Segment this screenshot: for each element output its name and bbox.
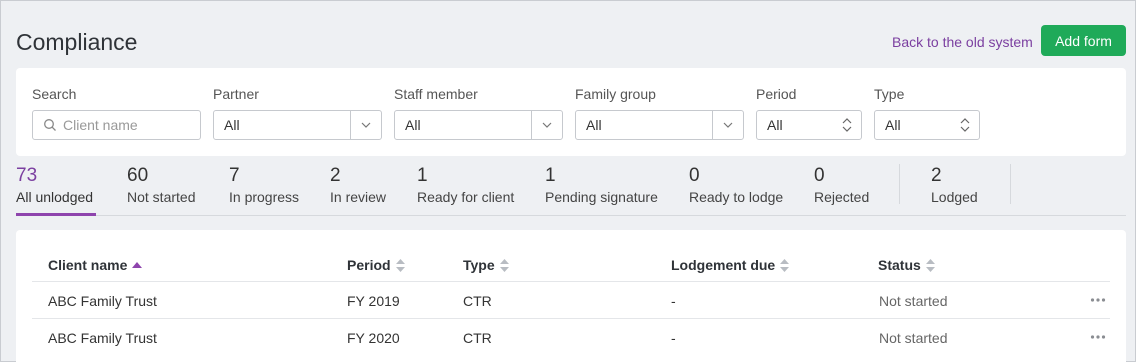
column-header-label: Type: [463, 257, 495, 273]
tab-count: 2: [931, 165, 942, 186]
family-group-filter: Family group All: [575, 86, 744, 140]
forms-table: Client name Period Type Lodgement due St…: [16, 230, 1126, 362]
staff-filter: Staff member All: [394, 86, 563, 140]
cell-period: FY 2019: [347, 293, 400, 309]
tab-count: 1: [545, 165, 556, 186]
tab-label: In review: [330, 189, 387, 205]
tab-ready-for-client[interactable]: 1 Ready for client: [417, 164, 514, 205]
tab-label: Ready to lodge: [689, 189, 784, 205]
table-row[interactable]: ABC Family Trust FY 2019 CTR - Not start…: [32, 281, 1110, 318]
tab-divider: [899, 164, 900, 204]
tab-label: Not started: [127, 189, 196, 205]
cell-type: CTR: [463, 293, 492, 309]
search-placeholder: Client name: [63, 117, 138, 133]
sort-icon: [395, 258, 405, 272]
search-icon: [44, 119, 56, 131]
tab-count: 60: [127, 165, 149, 186]
column-header-status[interactable]: Status: [878, 257, 935, 273]
period-label: Period: [756, 86, 797, 102]
cell-type: CTR: [463, 330, 492, 346]
tab-rejected[interactable]: 0 Rejected: [814, 164, 869, 205]
partner-label: Partner: [213, 86, 259, 102]
cell-client-name: ABC Family Trust: [48, 293, 157, 309]
add-form-button[interactable]: Add form: [1041, 25, 1126, 56]
partner-filter: Partner All: [213, 86, 382, 140]
tab-not-started[interactable]: 60 Not started: [127, 164, 195, 205]
cell-period: FY 2020: [347, 330, 400, 346]
chevron-down-icon[interactable]: [712, 111, 743, 139]
tab-divider: [1010, 164, 1011, 204]
tab-in-progress[interactable]: 7 In progress: [229, 164, 299, 205]
tab-ready-to-lodge[interactable]: 0 Ready to lodge: [689, 164, 783, 205]
tab-pending-signature[interactable]: 1 Pending signature: [545, 164, 658, 205]
partner-select[interactable]: All: [213, 110, 382, 140]
tab-all-unlodged[interactable]: 73 All unlodged: [16, 164, 93, 205]
chevron-down-icon[interactable]: [531, 111, 562, 139]
tab-count: 2: [330, 165, 341, 186]
column-header-lodgement-due[interactable]: Lodgement due: [671, 257, 790, 273]
tab-label: Pending signature: [545, 189, 658, 205]
sort-icon: [925, 258, 935, 272]
cell-status: Not started: [879, 293, 948, 309]
type-label: Type: [874, 86, 905, 102]
filter-panel: Search Client name Partner All Staff mem…: [16, 68, 1126, 156]
search-filter: Search Client name: [32, 86, 201, 140]
tab-count: 7: [229, 165, 240, 186]
staff-label: Staff member: [394, 86, 478, 102]
type-filter: Type All: [874, 86, 980, 140]
tab-count: 0: [814, 165, 825, 186]
cell-client-name: ABC Family Trust: [48, 330, 157, 346]
page-title: Compliance: [16, 29, 138, 55]
column-header-type[interactable]: Type: [463, 257, 509, 273]
family-group-select[interactable]: All: [575, 110, 744, 140]
cell-lodgement-due: -: [671, 330, 676, 346]
cell-status: Not started: [879, 330, 948, 346]
column-header-client-name[interactable]: Client name: [48, 257, 143, 273]
sort-updown-icon: [960, 118, 970, 132]
column-header-label: Lodgement due: [671, 257, 776, 273]
table-row[interactable]: ABC Family Trust FY 2020 CTR - Not start…: [32, 318, 1110, 355]
chevron-down-icon[interactable]: [350, 111, 381, 139]
tab-count: 1: [417, 165, 428, 186]
search-label: Search: [32, 86, 77, 102]
column-header-label: Client name: [48, 257, 128, 273]
sort-icon: [499, 258, 509, 272]
column-header-label: Period: [347, 257, 391, 273]
tabs-baseline: [16, 215, 1126, 216]
tab-label: In progress: [229, 189, 300, 205]
sort-ascending-icon: [132, 262, 143, 268]
tab-label: Ready for client: [417, 189, 515, 205]
staff-value: All: [405, 117, 421, 133]
family-group-value: All: [586, 117, 602, 133]
tab-label: Lodged: [931, 189, 978, 205]
tab-label: All unlodged: [16, 189, 94, 205]
tab-count: 0: [689, 165, 700, 186]
period-filter: Period All: [756, 86, 862, 140]
staff-select[interactable]: All: [394, 110, 563, 140]
tab-lodged[interactable]: 2 Lodged: [931, 164, 978, 205]
family-group-label: Family group: [575, 86, 656, 102]
status-tabs: 73 All unlodged 60 Not started 7 In prog…: [16, 164, 1126, 216]
more-options-icon[interactable]: [1090, 292, 1106, 308]
period-select[interactable]: All: [756, 110, 862, 140]
back-to-old-system-link[interactable]: Back to the old system: [892, 34, 1033, 50]
type-select[interactable]: All: [874, 110, 980, 140]
tab-count: 73: [16, 165, 38, 186]
sort-icon: [780, 258, 790, 272]
column-header-label: Status: [878, 257, 921, 273]
more-options-icon[interactable]: [1090, 329, 1106, 345]
tab-label: Rejected: [814, 189, 870, 205]
tab-in-review[interactable]: 2 In review: [330, 164, 386, 205]
partner-value: All: [224, 117, 240, 133]
active-tab-indicator: [16, 213, 96, 216]
cell-lodgement-due: -: [671, 293, 676, 309]
period-value: All: [767, 117, 783, 133]
search-input[interactable]: Client name: [32, 110, 201, 140]
sort-updown-icon: [842, 118, 852, 132]
column-header-period[interactable]: Period: [347, 257, 405, 273]
type-value: All: [885, 117, 901, 133]
